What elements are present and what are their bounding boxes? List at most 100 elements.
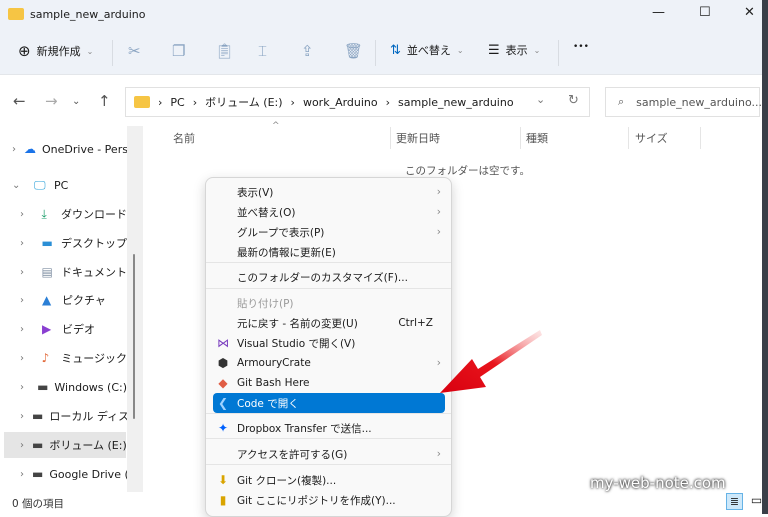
- details-view-button[interactable]: ≣: [726, 493, 743, 510]
- context-menu-item[interactable]: ⋈ Visual Studio で開く(V): [210, 333, 447, 353]
- chevron-right-icon[interactable]: ›: [12, 144, 16, 155]
- document-icon: ▤: [41, 265, 53, 279]
- context-menu-item[interactable]: 元に戻す - 名前の変更(U) Ctrl+Z: [210, 313, 447, 333]
- chevron-down-icon[interactable]: ⌄: [12, 180, 26, 191]
- divider: [700, 127, 701, 149]
- context-menu-item[interactable]: グループで表示(P) ›: [210, 222, 447, 242]
- address-dropdown-icon[interactable]: ⌄: [536, 93, 545, 106]
- sidebar-item[interactable]: › ▬ Windows (C:): [0, 374, 127, 400]
- chevron-right-icon[interactable]: ›: [20, 267, 34, 278]
- context-menu-item[interactable]: ⬇ Git クローン(複製)...: [210, 470, 447, 490]
- chevron-right-icon[interactable]: ›: [20, 295, 34, 306]
- sidebar-item-label: Google Drive (G:): [49, 467, 127, 481]
- back-button[interactable]: ←: [13, 92, 26, 110]
- sidebar-item[interactable]: › ☁ OneDrive - Personal: [0, 136, 127, 162]
- chevron-right-icon[interactable]: ›: [20, 382, 29, 393]
- empty-folder-text: このフォルダーは空です。: [405, 165, 530, 177]
- breadcrumb-work-arduino[interactable]: work_Arduino: [303, 96, 378, 109]
- minimize-button[interactable]: —: [652, 5, 665, 20]
- breadcrumb-volume[interactable]: ボリューム (E:): [205, 94, 282, 110]
- more-button[interactable]: •••: [573, 42, 589, 52]
- window-title: sample_new_arduino: [30, 8, 146, 21]
- chevron-right-icon: ›: [436, 448, 441, 460]
- context-menu-item[interactable]: 並べ替え(O) ›: [210, 202, 447, 222]
- chevron-right-icon[interactable]: ›: [20, 440, 24, 451]
- chevron-right-icon[interactable]: ›: [20, 469, 24, 480]
- refresh-icon[interactable]: ↻: [568, 93, 579, 108]
- drive-icon: ▬: [32, 438, 44, 452]
- git-bash-icon: ◆: [218, 376, 228, 390]
- context-menu-item[interactable]: 貼り付け(P): [210, 293, 447, 313]
- scrollbar-thumb[interactable]: [133, 254, 135, 419]
- list-icon: ☰: [488, 42, 500, 58]
- cut-icon[interactable]: ✂: [128, 42, 141, 60]
- up-button[interactable]: ↑: [98, 92, 111, 110]
- sidebar-item[interactable]: › ♪ ミュージック: [0, 345, 127, 371]
- context-menu-item[interactable]: 表示(V) ›: [210, 182, 447, 202]
- copy-icon[interactable]: ❐: [172, 42, 185, 60]
- view-button[interactable]: ☰ 表示 ⌄: [488, 42, 540, 58]
- sidebar-item[interactable]: › ⤓ ダウンロード: [0, 201, 127, 227]
- share-icon[interactable]: ⇪: [301, 42, 314, 60]
- download-icon: ⤓: [41, 207, 47, 221]
- new-label: 新規作成: [36, 45, 81, 58]
- window-edge: [762, 0, 768, 514]
- search-icon: ⌕: [618, 95, 625, 108]
- menu-item-label: Visual Studio で開く(V): [237, 337, 356, 350]
- sidebar-item[interactable]: › ▬ ローカル ディスク (D:): [0, 403, 127, 429]
- address-bar[interactable]: › PC › ボリューム (E:) › work_Arduino › sampl…: [125, 87, 590, 117]
- context-menu-item[interactable]: 最新の情報に更新(E): [210, 242, 447, 262]
- menu-shortcut: Ctrl+Z: [398, 317, 433, 329]
- recent-dropdown[interactable]: ⌄: [72, 96, 80, 107]
- drive-icon: ▬: [32, 467, 44, 481]
- chevron-right-icon: ›: [436, 206, 441, 218]
- chevron-right-icon[interactable]: ›: [20, 209, 34, 220]
- sidebar-item[interactable]: › ▬ Google Drive (G:): [0, 461, 127, 487]
- sidebar-item[interactable]: › ▬ ボリューム (E:): [4, 432, 126, 458]
- column-name[interactable]: 名前: [173, 130, 195, 146]
- forward-button[interactable]: →: [45, 92, 58, 110]
- column-modified[interactable]: 更新日時: [396, 130, 440, 146]
- menu-item-label: Dropbox Transfer で送信...: [237, 422, 372, 435]
- menu-item-label: Code で開く: [237, 397, 299, 410]
- divider: [390, 127, 391, 149]
- breadcrumb-pc[interactable]: PC: [170, 96, 184, 109]
- chevron-right-icon[interactable]: ›: [20, 238, 34, 249]
- sidebar-item[interactable]: › ▶ ビデオ: [0, 316, 127, 342]
- new-button[interactable]: ⊕ 新規作成 ⌄: [18, 42, 93, 60]
- column-size[interactable]: サイズ: [635, 130, 668, 146]
- search-input[interactable]: sample_new_arduino...: [636, 96, 762, 109]
- menu-separator: [206, 288, 451, 289]
- context-menu-item[interactable]: このフォルダーのカスタマイズ(F)...: [210, 267, 447, 287]
- context-menu-item[interactable]: ✦ Dropbox Transfer で送信...: [210, 418, 447, 438]
- context-menu-item[interactable]: ▮ Git ここにリポジトリを作成(Y)...: [210, 490, 447, 510]
- column-type[interactable]: 種類: [526, 130, 548, 146]
- context-menu-item[interactable]: ❮ Code で開く: [213, 393, 445, 413]
- sidebar-scrollbar[interactable]: [127, 126, 143, 492]
- chevron-right-icon[interactable]: ›: [20, 353, 34, 364]
- paste-icon[interactable]: 📋︎: [215, 42, 234, 60]
- sidebar-item-label: ダウンロード: [61, 208, 127, 221]
- context-menu-item[interactable]: ◆ Git Bash Here: [210, 373, 447, 393]
- context-menu-item[interactable]: アクセスを許可する(G) ›: [210, 444, 447, 464]
- sidebar-item[interactable]: ⌄ 🖵 PC: [0, 172, 127, 198]
- close-button[interactable]: ✕: [744, 5, 755, 20]
- folder-icon: [8, 8, 24, 20]
- sidebar-item-label: ビデオ: [62, 323, 95, 336]
- maximize-button[interactable]: ☐: [699, 5, 711, 20]
- sort-button[interactable]: ⇅ 並べ替え ⌄: [390, 42, 464, 58]
- rename-icon[interactable]: ⌶: [258, 42, 267, 60]
- chevron-right-icon[interactable]: ›: [20, 411, 24, 422]
- sidebar-item[interactable]: › ▤ ドキュメント: [0, 259, 127, 285]
- breadcrumb-current[interactable]: sample_new_arduino: [398, 96, 514, 109]
- context-menu-item[interactable]: ⬢ ArmouryCrate ›: [210, 353, 447, 373]
- divider: [558, 40, 559, 66]
- search-box[interactable]: ⌕ sample_new_arduino...: [605, 87, 762, 117]
- sidebar-item[interactable]: › ▲ ピクチャ: [0, 287, 127, 313]
- sidebar-item[interactable]: › ▬ デスクトップ: [0, 230, 127, 256]
- drive-icon: ▬: [32, 409, 44, 423]
- delete-icon[interactable]: 🗑︎: [344, 42, 363, 60]
- menu-separator: [206, 464, 451, 465]
- chevron-right-icon[interactable]: ›: [20, 324, 34, 335]
- menu-item-label: グループで表示(P): [237, 226, 325, 239]
